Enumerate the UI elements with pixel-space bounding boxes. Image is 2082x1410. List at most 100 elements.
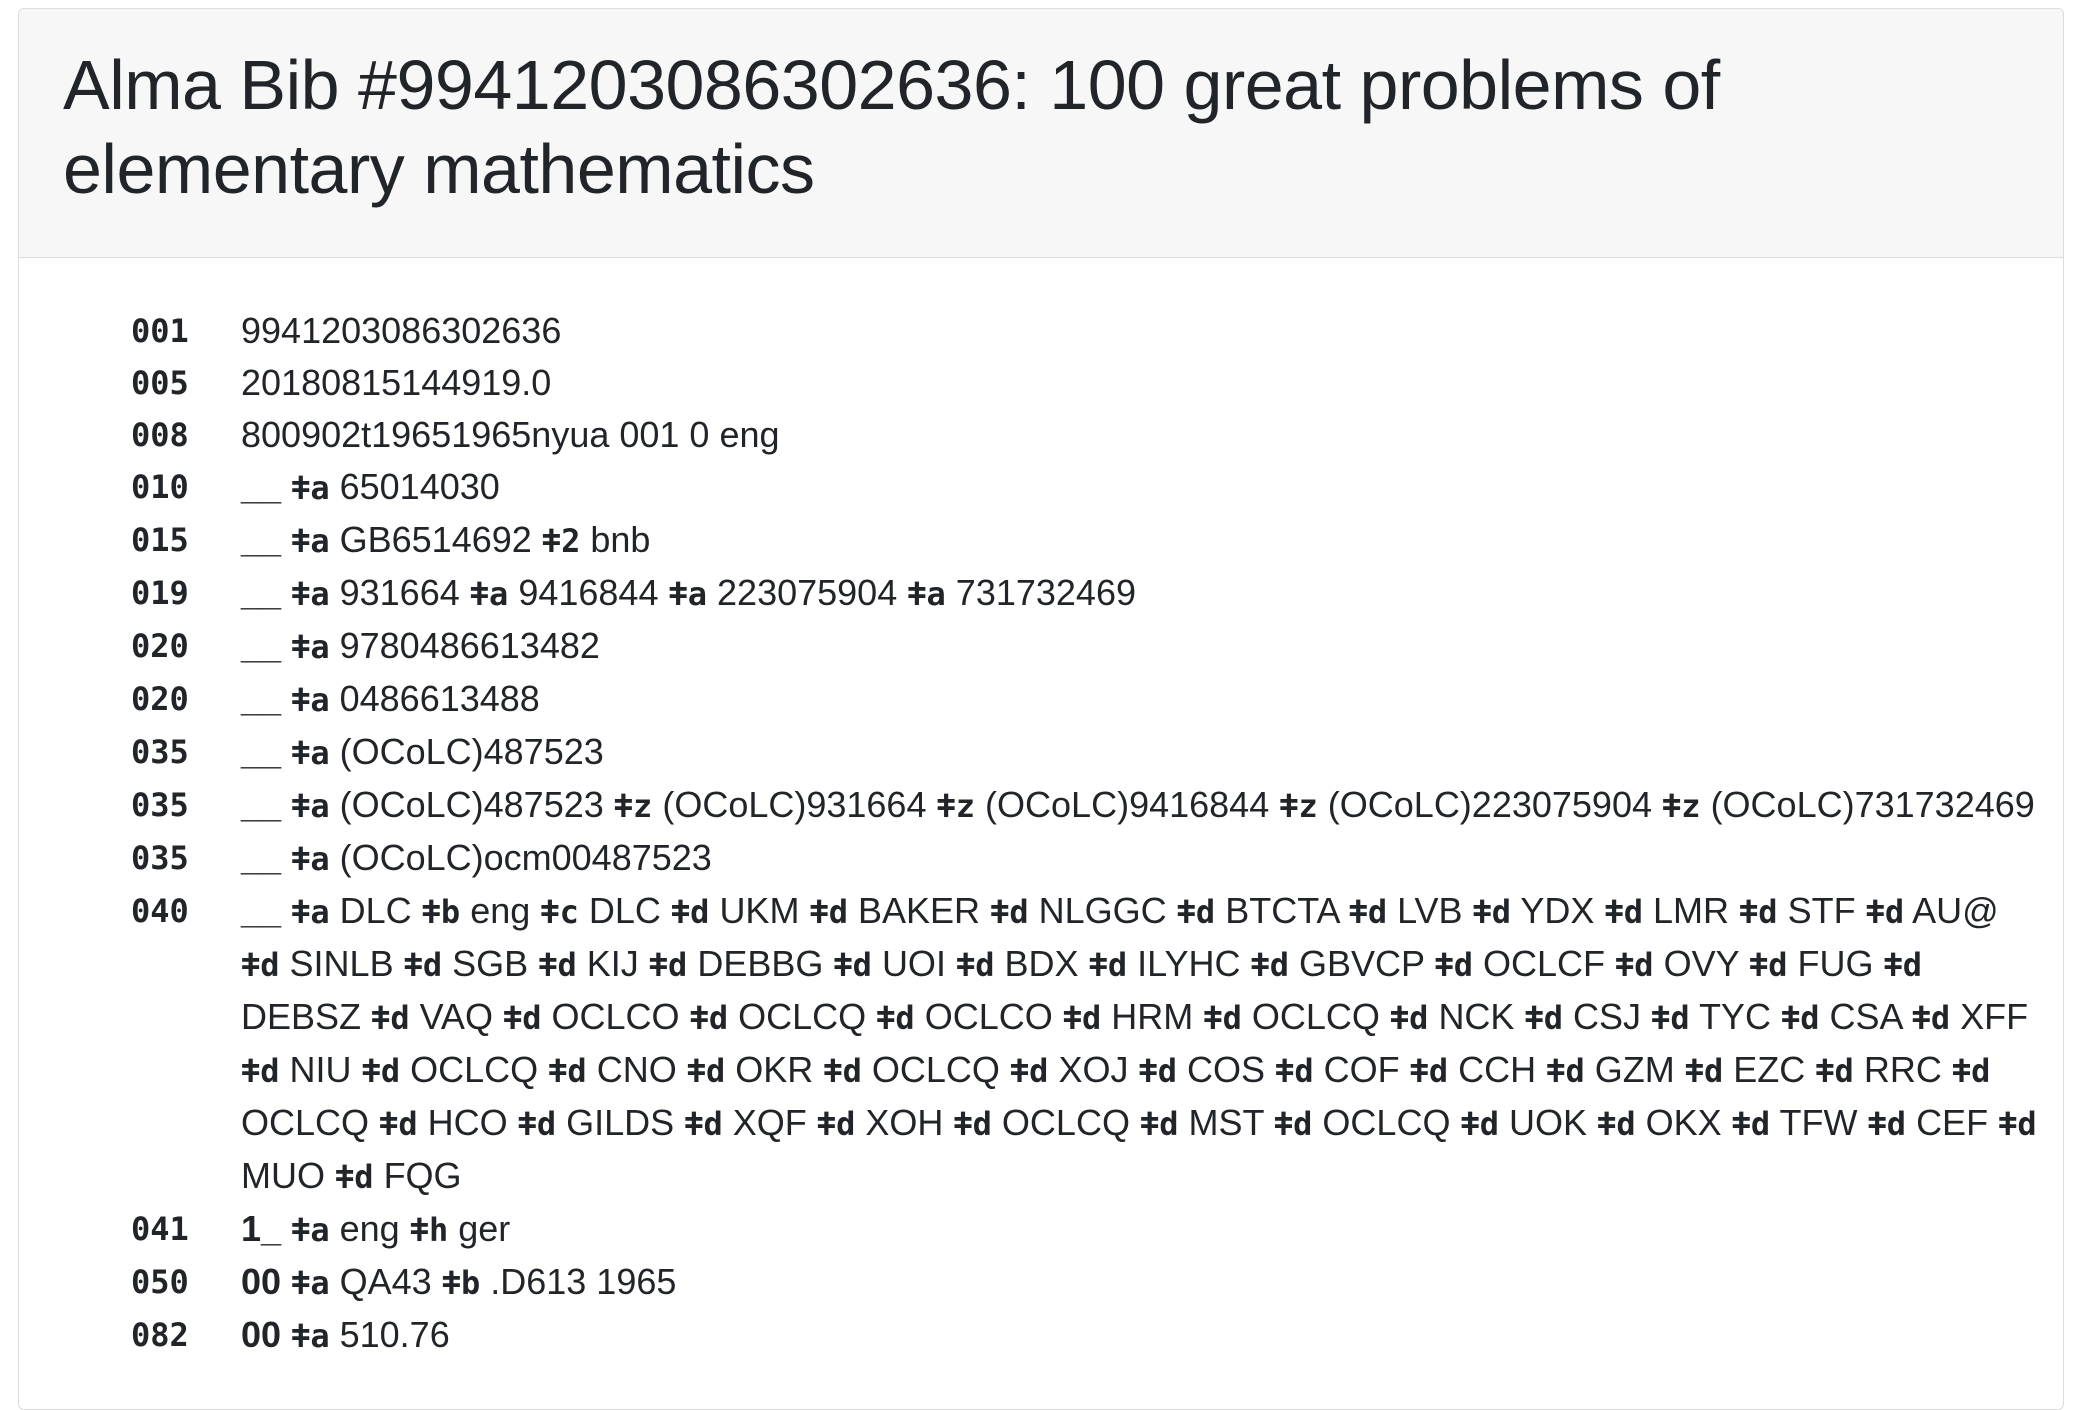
subfield-value: eng [470, 890, 531, 931]
subfield-code: ǂd [1275, 1052, 1314, 1090]
subfield-code: ǂd [1460, 1105, 1499, 1143]
field-content: __ ǂa (OCoLC)487523 [241, 726, 2041, 779]
subfield-value: OCLCO [551, 996, 680, 1037]
card-header: Alma Bib #9941203086302636: 100 great pr… [19, 9, 2063, 258]
subfield-value: COF [1323, 1049, 1400, 1090]
field-indicators: __ [241, 625, 282, 666]
subfield-code: ǂd [1139, 1105, 1179, 1143]
subfield-code: ǂd [548, 1052, 587, 1090]
subfield-value: 0486613488 [339, 678, 540, 719]
field-indicators: __ [241, 784, 282, 825]
subfield-value: NCK [1438, 996, 1515, 1037]
subfield-code: ǂd [953, 1105, 992, 1143]
subfield-code: ǂa [291, 787, 330, 825]
subfield-code: ǂd [1524, 999, 1563, 1037]
subfield-value: 65014030 [339, 466, 500, 507]
subfield-value: NLGGC [1038, 890, 1167, 931]
subfield-code: ǂd [1273, 1105, 1313, 1143]
subfield-code: ǂa [291, 522, 330, 560]
subfield-value: XOJ [1058, 1049, 1129, 1090]
subfield-code: ǂd [1138, 1052, 1177, 1090]
subfield-value: OKX [1645, 1102, 1722, 1143]
field-tag: 020 [131, 680, 189, 718]
subfield-value: OKR [735, 1049, 814, 1090]
subfield-code: ǂd [809, 893, 848, 931]
subfield-code: ǂd [833, 946, 872, 984]
subfield-code: ǂd [1348, 893, 1388, 931]
subfield-value: CCH [1458, 1049, 1537, 1090]
subfield-code: ǂd [241, 946, 280, 984]
subfield-code: ǂd [1472, 893, 1512, 931]
subfield-value: DLC [588, 890, 661, 931]
subfield-code: ǂa [291, 1317, 330, 1355]
field-tag: 015 [131, 521, 189, 559]
marc-field-040: 040 __ ǂa DLC ǂb eng ǂc DLC ǂd UKM ǂd BAK… [19, 885, 2063, 1203]
subfield-value: TYC [1698, 996, 1771, 1037]
field-tag: 041 [131, 1210, 189, 1248]
subfield-code: ǂd [689, 999, 729, 1037]
field-indicators: __ [241, 890, 282, 931]
marc-field-041: 041 1_ ǂa eng ǂh ger [19, 1203, 2063, 1256]
field-indicators: __ [241, 678, 282, 719]
subfield-value: AU@ [1912, 890, 1999, 931]
subfield-value: FQG [383, 1155, 462, 1196]
subfield-code: ǂd [371, 999, 410, 1037]
field-indicators: __ [241, 731, 282, 772]
field-indicators: 1_ [241, 1208, 282, 1249]
subfield-code: ǂz [936, 787, 976, 825]
subfield-code: ǂd [670, 893, 710, 931]
subfield-code: ǂb [441, 1264, 481, 1302]
subfield-code: ǂd [1062, 999, 1102, 1037]
marc-field-035: 035 __ ǂa (OCoLC)ocm00487523 [19, 832, 2063, 885]
subfield-value: TFW [1779, 1102, 1858, 1143]
field-content: __ ǂa 931664 ǂa 9416844 ǂa 223075904 ǂa … [241, 567, 2041, 620]
subfield-code: ǂd [538, 946, 577, 984]
subfield-code: ǂd [1176, 893, 1216, 931]
marc-field-008: 008 800902t19651965nyua 001 0 eng [19, 409, 2063, 461]
subfield-value: OCLCF [1482, 943, 1605, 984]
subfield-value: (OCoLC)9416844 [985, 784, 1270, 825]
subfield-value: OCLCQ [1251, 996, 1380, 1037]
subfield-value: 9780486613482 [339, 625, 600, 666]
subfield-value: GZM [1594, 1049, 1675, 1090]
subfield-value: SINLB [289, 943, 394, 984]
control-field-value: 20180815144919.0 [241, 362, 552, 403]
marc-field-015: 015 __ ǂa GB6514692 ǂ2 bnb [19, 514, 2063, 567]
subfield-value: OCLCQ [1322, 1102, 1451, 1143]
field-indicators: 00 [241, 1314, 282, 1355]
subfield-code: ǂd [816, 1105, 856, 1143]
subfield-value: NIU [289, 1049, 352, 1090]
subfield-code: ǂz [1279, 787, 1318, 825]
field-tag: 040 [131, 892, 189, 930]
subfield-code: ǂd [502, 999, 542, 1037]
subfield-value: HCO [427, 1102, 508, 1143]
field-tag: 019 [131, 574, 189, 612]
field-tag: 005 [131, 364, 189, 402]
subfield-value: CEF [1916, 1102, 1989, 1143]
subfield-value: KIJ [586, 943, 639, 984]
subfield-value: LMR [1652, 890, 1729, 931]
subfield-value: VAQ [419, 996, 493, 1037]
subfield-code: ǂd [1615, 946, 1654, 984]
subfield-value: MST [1188, 1102, 1264, 1143]
subfield-value: RRC [1863, 1049, 1942, 1090]
subfield-code: ǂd [955, 946, 995, 984]
subfield-code: ǂd [335, 1158, 374, 1196]
subfield-value: (OCoLC)487523 [339, 784, 604, 825]
subfield-code: ǂa [291, 1264, 330, 1302]
subfield-code: ǂd [403, 946, 443, 984]
field-indicators: 00 [241, 1261, 282, 1302]
subfield-code: ǂd [1998, 1105, 2037, 1143]
field-content: __ ǂa 0486613488 [241, 673, 2041, 726]
field-content: 00 ǂa 510.76 [241, 1309, 2041, 1362]
subfield-value: UOI [881, 943, 946, 984]
subfield-value: QA43 [339, 1261, 432, 1302]
subfield-value: (OCoLC)223075904 [1327, 784, 1652, 825]
control-field-value: 9941203086302636 [241, 310, 562, 351]
subfield-code: ǂd [1088, 946, 1128, 984]
subfield-code: ǂz [613, 787, 653, 825]
subfield-code: ǂd [1409, 1052, 1449, 1090]
field-tag: 020 [131, 627, 189, 665]
subfield-value: BDX [1004, 943, 1079, 984]
subfield-code: ǂa [291, 893, 330, 931]
